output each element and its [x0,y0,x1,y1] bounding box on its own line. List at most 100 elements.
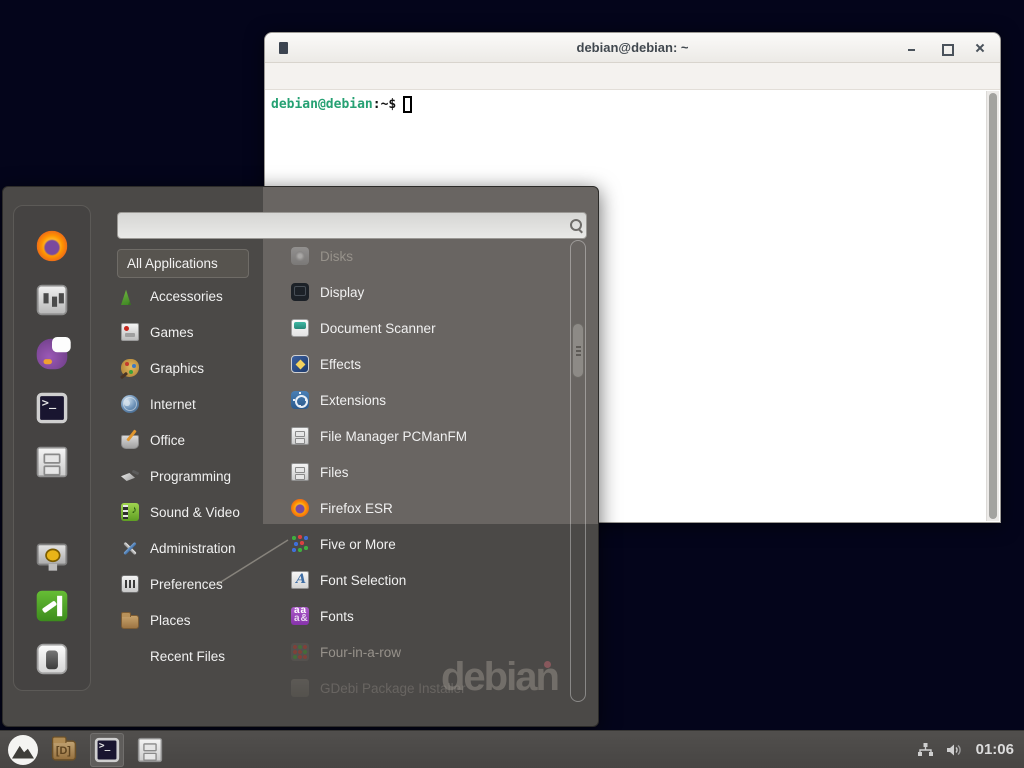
terminal-window-icon [279,42,288,54]
network-icon[interactable] [917,742,934,758]
app-item-gdebi-package-installer[interactable]: GDebi Package Installer [285,670,571,706]
display-icon [291,283,309,301]
office-icon [121,435,139,449]
session-group [35,536,69,676]
file-cabinet-icon [138,737,162,761]
app-item-fonts[interactable]: Fonts [285,598,571,634]
application-menu: debian [2,186,599,727]
maximize-button[interactable] [940,42,952,54]
category-item-accessories[interactable]: Accessories [115,278,277,314]
favorite-control-center[interactable] [35,283,69,317]
file-cabinet-icon [291,427,309,445]
programming-icon [121,467,139,485]
terminal-app-icon [37,393,68,424]
preferences-icon [121,575,139,593]
log-out-icon [37,591,68,622]
terminal-menu-file[interactable] [277,73,293,79]
app-item-five-or-more[interactable]: Five or More [285,526,571,562]
app-item-document-scanner[interactable]: Document Scanner [285,310,571,346]
taskbar-tray: 01:06 [917,741,1024,758]
taskbar-item-terminal[interactable] [90,733,124,767]
minimize-button[interactable] [906,42,918,54]
terminal-window-title: debian@debian: ~ [265,40,1000,55]
taskbar: 01:06 [0,730,1024,768]
app-list-scrollbar-thumb[interactable] [572,323,584,378]
places-icon [121,615,139,629]
category-all-applications[interactable]: All Applications [117,249,249,278]
taskbar-item-file-manager[interactable] [47,733,81,767]
app-list-scrollbar[interactable] [570,240,586,702]
app-item-extensions[interactable]: Extensions [285,382,571,418]
tb-folder-icon [52,740,76,760]
app-item-four-in-a-row[interactable]: Four-in-a-row [285,634,571,670]
sound-video-icon [121,503,139,521]
category-item-recent-files[interactable]: Recent Files [115,638,277,674]
terminal-menu-edit[interactable] [297,73,313,79]
category-item-preferences[interactable]: Preferences [115,566,277,602]
clock: 01:06 [976,741,1014,758]
application-list: Disks Display Document Scanner Effects E… [285,238,571,706]
category-item-graphics[interactable]: Graphics [115,350,277,386]
app-item-file-manager-pcmanfm[interactable]: File Manager PCManFM [285,418,571,454]
five-or-more-icon [291,535,309,553]
close-button[interactable] [974,42,986,54]
firefox-icon [291,499,309,517]
terminal-menu-terminal[interactable] [357,73,373,79]
terminal-scrollbar-thumb[interactable] [989,93,997,519]
shell-prompt: debian@debian:~$ [271,96,412,113]
document-scanner-icon [291,319,309,337]
category-all-applications-label: All Applications [127,256,218,271]
favorite-firefox[interactable] [35,229,69,263]
fonts-icon [291,607,309,625]
app-item-files[interactable]: Files [285,454,571,490]
app-item-display[interactable]: Display [285,274,571,310]
session-action-lock-screen[interactable] [35,536,69,570]
favorites-group [35,229,69,479]
category-item-administration[interactable]: Administration [115,530,277,566]
category-item-sound-video[interactable]: Sound & Video [115,494,277,530]
category-item-games[interactable]: Games [115,314,277,350]
accessories-icon [121,287,139,305]
volume-icon[interactable] [946,742,964,758]
gdebi-icon [291,679,309,697]
pidgin-icon [37,339,68,370]
app-item-disks[interactable]: Disks [285,238,571,274]
terminal-app-icon [95,737,119,761]
font-selection-icon [291,571,309,589]
favorite-file-manager[interactable] [35,445,69,479]
administration-icon [121,539,139,557]
menu-favorites-sidebar [13,205,91,691]
taskbar-item-files[interactable] [133,733,167,767]
terminal-menu-search[interactable] [337,73,353,79]
app-item-firefox-esr[interactable]: Firefox ESR [285,490,571,526]
terminal-titlebar[interactable]: debian@debian: ~ [265,33,1000,63]
desktop: { "terminal": { "title": "debian@debian:… [0,0,1024,768]
file-cabinet-icon [291,463,309,481]
prompt-suffix: :~$ [373,97,396,112]
search-input[interactable] [117,212,587,239]
session-action-log-out[interactable] [35,589,69,623]
favorite-pidgin[interactable] [35,337,69,371]
category-list: Accessories Games Graphics Internet Offi… [115,278,277,674]
internet-icon [121,395,139,413]
session-action-shutdown[interactable] [35,642,69,676]
menu-button[interactable] [8,735,38,765]
category-item-places[interactable]: Places [115,602,277,638]
terminal-cursor [403,96,412,113]
category-item-programming[interactable]: Programming [115,458,277,494]
terminal-menu-view[interactable] [317,73,333,79]
firefox-icon [37,231,68,262]
terminal-scrollbar[interactable] [986,91,999,521]
terminal-menu-help[interactable] [377,73,393,79]
effects-icon [291,355,309,373]
terminal-menubar [265,63,1000,90]
category-item-internet[interactable]: Internet [115,386,277,422]
disks-icon [291,247,309,265]
favorite-terminal[interactable] [35,391,69,425]
four-in-a-row-icon [291,643,309,661]
category-item-office[interactable]: Office [115,422,277,458]
app-item-effects[interactable]: Effects [285,346,571,382]
graphics-icon [121,359,139,377]
app-item-font-selection[interactable]: Font Selection [285,562,571,598]
mixer-icon [37,285,68,316]
